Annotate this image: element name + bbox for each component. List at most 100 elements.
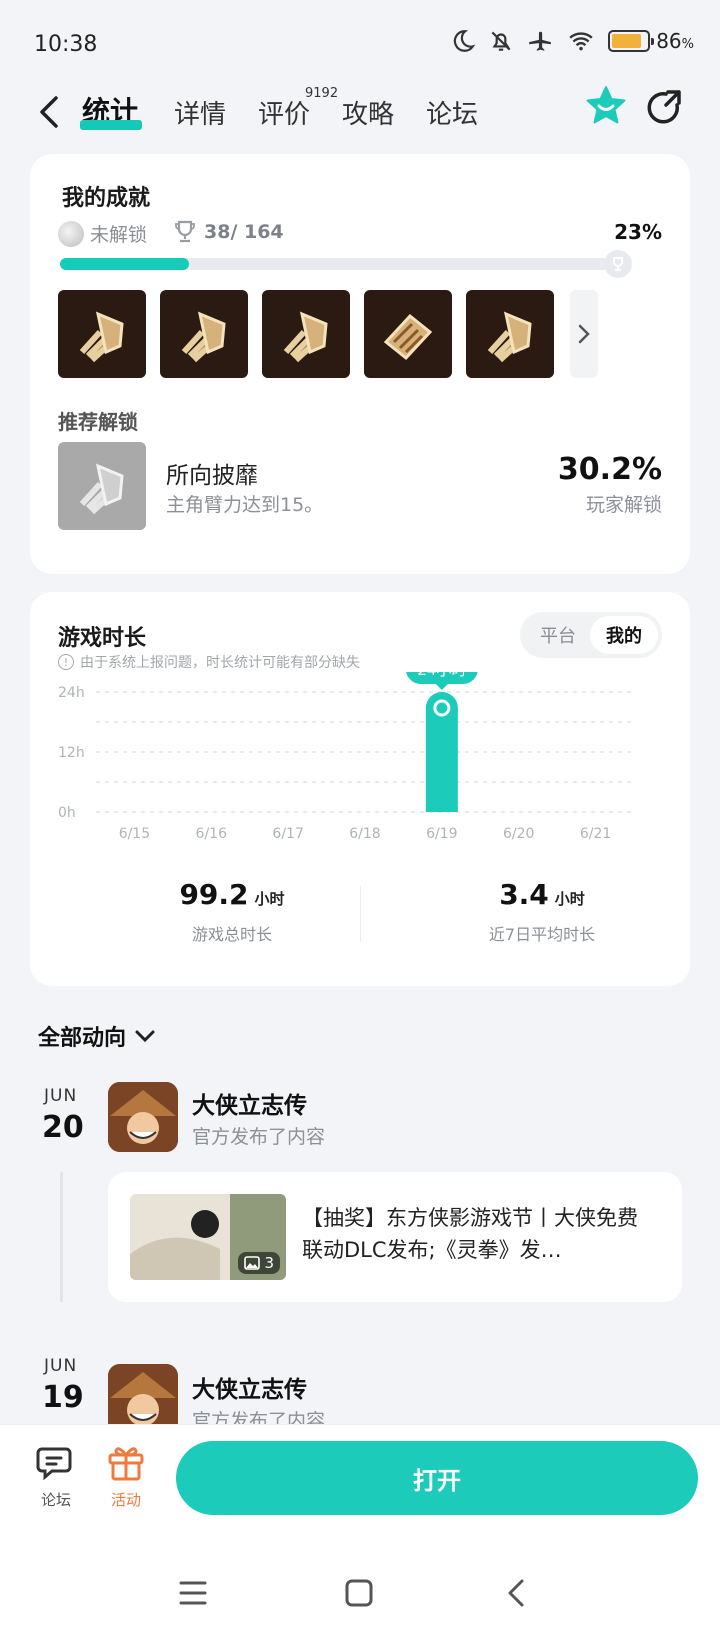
sword-badge-icon (283, 311, 328, 363)
total-playtime-unit: 小时 (254, 890, 285, 908)
recommended-title: 推荐解锁 (58, 410, 138, 434)
favorite-star-icon[interactable] (584, 84, 628, 128)
chart-ytick-label: 0h (58, 805, 76, 821)
playtime-stats: 99.2 小时 游戏总时长 3.4 小时 近7日平均时长 (30, 878, 690, 948)
achievement-badge[interactable] (160, 290, 248, 378)
feed-date-month: JUN (44, 1086, 78, 1106)
tab-guides[interactable]: 攻略 (342, 94, 394, 131)
open-game-button[interactable]: 打开 (176, 1441, 698, 1515)
chart-bar (425, 692, 458, 812)
tab-reviews[interactable]: 评价 (258, 94, 310, 131)
home-icon[interactable] (344, 1578, 374, 1608)
avg-playtime-value: 3.4 (499, 878, 549, 911)
achievement-badge[interactable] (466, 290, 554, 378)
locked-label: 未解锁 (90, 224, 148, 246)
chart-xtick-label: 6/20 (503, 826, 534, 842)
chart-xtick-label: 6/17 (272, 826, 303, 842)
feed-filter-label: 全部动向 (38, 1026, 127, 1051)
playtime-segment: 平台 我的 (520, 612, 662, 658)
sword-badge-icon (79, 311, 124, 363)
airplane-icon (529, 31, 552, 51)
playtime-card: 游戏时长 ! 由于系统上报问题，时长统计可能有部分缺失 平台 我的 24h 12h… (30, 592, 690, 986)
segment-mine[interactable]: 我的 (590, 616, 658, 654)
reviews-count-badge: 9192 (305, 86, 339, 101)
achievement-badges (58, 290, 554, 378)
progress-end-trophy-icon (604, 250, 632, 278)
achievements-title: 我的成就 (62, 186, 151, 211)
image-icon (244, 1256, 261, 1270)
feed-date-month: JUN (44, 1356, 78, 1376)
achievement-badge[interactable] (262, 290, 350, 378)
status-icons: 86% (450, 28, 694, 54)
wifi-icon (569, 32, 593, 51)
battery-icon: 86% (608, 29, 694, 53)
chevron-down-icon (135, 1030, 155, 1043)
playtime-note-text: 由于系统上报问题，时长统计可能有部分缺失 (80, 655, 360, 671)
avg-playtime-label: 近7日平均时长 (488, 925, 596, 944)
bottom-action-bar: 论坛 活动 打开 (0, 1424, 720, 1540)
forum-button[interactable]: 论坛 (26, 1443, 86, 1510)
recommended-unlock-rate: 30.2% (557, 452, 662, 487)
feed-filter-dropdown[interactable]: 全部动向 (38, 1020, 156, 1052)
avg-playtime-unit: 小时 (554, 890, 585, 908)
post-text: 【抽奖】东方侠影游戏节丨大侠免费联动DLC发布;《灵拳》发… (302, 1206, 638, 1262)
chart-value-label: 24小时 (417, 672, 466, 679)
locked-indicator: 未解锁 (58, 220, 147, 247)
achievement-percent: 23% (614, 220, 662, 244)
chart-value-bubble-tail (435, 684, 448, 690)
battery-unit: % (681, 37, 694, 52)
activity-button[interactable]: 活动 (96, 1443, 156, 1510)
recommended-name: 所向披靡 (166, 463, 258, 489)
tab-details[interactable]: 详情 (174, 94, 226, 131)
achievements-card[interactable]: 我的成就 未解锁 38/ 164 23% 推荐解锁 所向披靡 主角臂力达到15。… (30, 154, 690, 574)
game-avatar[interactable] (108, 1082, 178, 1152)
sword-badge-icon (181, 311, 226, 363)
chart-xtick-label: 6/15 (119, 826, 150, 842)
recommended-badge-icon (58, 442, 146, 530)
post-thumbnail: 3 (130, 1194, 286, 1280)
moon-icon (454, 30, 476, 52)
status-time: 10:38 (34, 32, 98, 57)
system-nav-bar (0, 1540, 720, 1640)
avg-playtime: 3.4 小时 近7日平均时长 (392, 878, 692, 945)
scroll-badge-icon (383, 313, 433, 361)
total-playtime: 99.2 小时 游戏总时长 (82, 878, 382, 945)
feed-date-day: 20 (42, 1110, 84, 1145)
playtime-note: ! 由于系统上报问题，时长统计可能有部分缺失 (58, 652, 360, 672)
feed-action-text: 官方发布了内容 (192, 1126, 326, 1148)
achievement-badge[interactable] (364, 290, 452, 378)
playtime-chart: 24h 12h 0h 6/15 6/16 6/17 6/18 6/19 24小时 6/20 6/21 (58, 672, 634, 842)
achievement-badge[interactable] (58, 290, 146, 378)
achievement-progress-bar (60, 258, 620, 270)
tab-forum[interactable]: 论坛 (426, 94, 478, 131)
feed-post-card[interactable]: 3 【抽奖】东方侠影游戏节丨大侠免费联动DLC发布;《灵拳》发… (108, 1172, 682, 1302)
forum-label: 论坛 (40, 1491, 71, 1509)
chart-xtick-label: 6/18 (349, 826, 380, 842)
status-bar: 10:38 86% (0, 0, 720, 90)
more-badges-button[interactable] (570, 290, 598, 378)
feed-author-name[interactable]: 大侠立志传 (192, 1370, 307, 1404)
back-nav-icon[interactable] (506, 1578, 526, 1608)
battery-percent: 86 (656, 29, 682, 53)
menu-icon[interactable] (178, 1580, 208, 1606)
chevron-right-icon (578, 324, 590, 344)
image-count-badge: 3 (238, 1252, 280, 1274)
achievement-count: 38/ 164 (174, 220, 284, 244)
forum-icon (36, 1447, 72, 1481)
timeline-line (60, 1172, 63, 1302)
feed-date-day: 19 (42, 1380, 84, 1415)
feed-author-name[interactable]: 大侠立志传 (192, 1086, 307, 1120)
tab-stats-underline (80, 120, 142, 130)
image-count: 3 (264, 1254, 274, 1272)
back-icon[interactable] (32, 92, 68, 132)
total-playtime-value: 99.2 (179, 878, 249, 911)
recommended-unlock-rate-label: 玩家解锁 (585, 494, 662, 516)
achievement-count-value: 38/ 164 (204, 221, 284, 243)
segment-platform[interactable]: 平台 (524, 616, 592, 654)
share-icon[interactable] (644, 88, 684, 128)
chart-xtick-label: 6/21 (580, 826, 611, 842)
chart-xtick-label: 6/19 (426, 826, 457, 842)
info-icon: ! (58, 654, 74, 670)
bell-off-icon (491, 31, 511, 51)
gift-icon (108, 1447, 144, 1481)
